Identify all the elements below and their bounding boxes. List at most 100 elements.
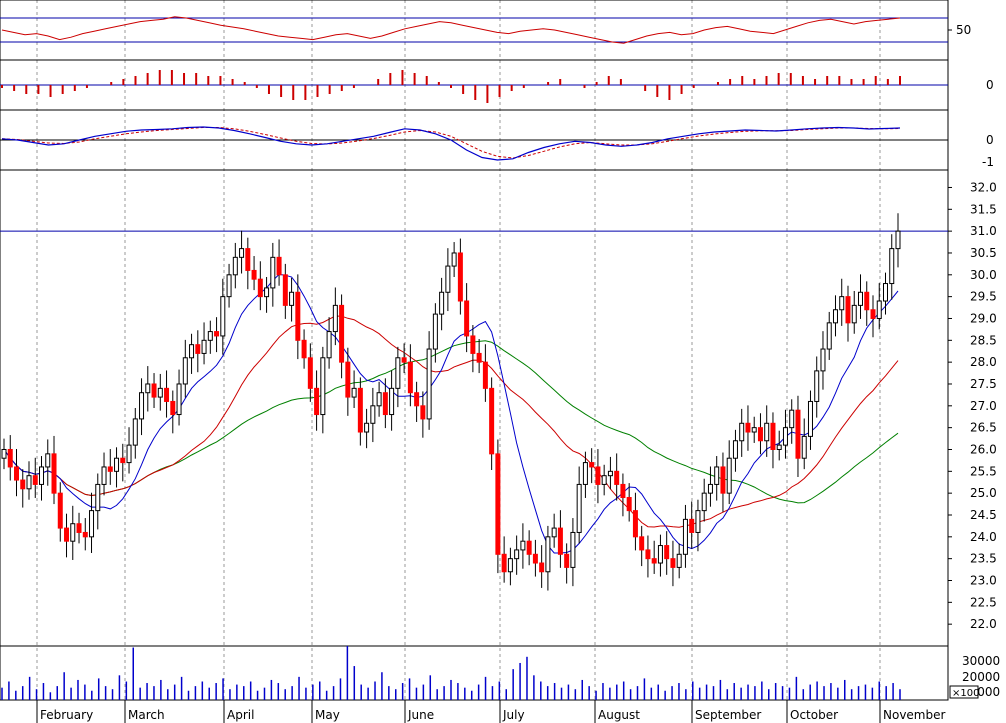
candle-body: [426, 348, 432, 420]
candle-body: [201, 339, 207, 354]
candle-body: [595, 466, 601, 485]
price-y-tick-label: 22.0: [970, 617, 997, 631]
candle-body: [557, 527, 563, 555]
candle-body: [14, 466, 20, 481]
volume-tick-label-30000: 30000: [962, 654, 1000, 668]
candle-body: [882, 283, 888, 302]
candle-body: [126, 444, 132, 464]
macd-panel: 0 -1: [0, 109, 994, 171]
candle-body: [139, 392, 145, 420]
candle-body: [389, 387, 395, 416]
price-y-tick-label: 29.0: [970, 311, 997, 325]
candle-body: [582, 462, 588, 485]
volume-panel-frame: [0, 645, 949, 701]
candle-body: [245, 248, 251, 271]
candle-body: [7, 448, 13, 468]
candle-body: [164, 387, 170, 402]
candle-body: [332, 304, 338, 333]
candle-body: [382, 392, 388, 416]
candle-body: [795, 409, 801, 459]
rsi-panel-frame: [0, 0, 949, 61]
candle-body: [682, 518, 688, 555]
candle-body: [876, 300, 882, 319]
price-y-tick-label: 23.0: [970, 573, 997, 587]
candle-body: [489, 387, 495, 455]
candle-body: [307, 357, 313, 389]
candle-body: [895, 230, 901, 250]
candle-body: [339, 304, 345, 363]
candle-body: [707, 483, 713, 494]
price-y-tick-label: 27.5: [970, 377, 997, 391]
candle-body: [495, 453, 501, 555]
candle-body: [770, 422, 776, 450]
x-tick-label: April: [227, 708, 254, 722]
candle-body: [132, 418, 138, 446]
price-y-tick-label: 24.0: [970, 530, 997, 544]
price-y-tick-label: 30.5: [970, 246, 997, 260]
candle-body: [739, 422, 745, 442]
candle-body: [326, 331, 332, 359]
candle-body: [39, 466, 45, 485]
candle-body: [214, 331, 220, 337]
candle-body: [364, 422, 370, 433]
candle-body: [45, 453, 51, 468]
candle-body: [526, 540, 532, 555]
candle-body: [157, 387, 163, 398]
candle-body: [414, 392, 420, 407]
candle-body: [264, 287, 270, 298]
month-gridlines: [36, 0, 881, 700]
x-tick-label: October: [790, 708, 838, 722]
price-y-tick-label: 25.0: [970, 486, 997, 500]
x-tick-label: July: [502, 708, 525, 722]
candle-body: [282, 274, 288, 306]
candle-body: [226, 274, 232, 298]
candle-body: [151, 383, 157, 398]
rsi-line: [1, 16, 901, 44]
candle-body: [432, 313, 438, 350]
candle-body: [401, 357, 407, 363]
macd-signal-line: [1, 127, 901, 159]
candle-body: [626, 497, 632, 512]
candle-body: [551, 527, 557, 538]
candle-body: [1, 448, 7, 459]
candle-body: [514, 549, 520, 560]
price-panel: 22.0 22.5 23.0 23.5 24.0 24.5 25.0 25.5 26.0 26.5…: [0, 169, 997, 647]
candle-body: [726, 457, 732, 494]
macd-tick-label-minus-one: -1: [982, 155, 994, 169]
candle-body: [239, 248, 245, 258]
candle-body: [482, 361, 488, 389]
candle-body: [639, 536, 645, 551]
candle-body: [270, 256, 276, 289]
candle-body: [782, 427, 788, 446]
candle-body: [376, 392, 382, 407]
x-tick-label: March: [128, 708, 165, 722]
candle-body: [601, 475, 607, 485]
candle-body: [539, 562, 545, 573]
candle-body: [570, 531, 576, 568]
price-y-tick-label: 30.0: [970, 268, 997, 282]
candle-body: [507, 558, 513, 573]
candle-body: [407, 361, 413, 394]
candle-body: [689, 518, 695, 533]
candle-body: [345, 361, 351, 398]
candle-body: [764, 422, 770, 442]
candle-body: [251, 269, 257, 280]
candle-body: [520, 540, 526, 551]
candle-body: [232, 256, 238, 276]
candle-body: [757, 427, 763, 442]
price-y-tick-label: 26.5: [970, 421, 997, 435]
candle-body: [714, 466, 720, 485]
price-y-tick-label: 24.5: [970, 508, 997, 522]
rsi-tick-label: 50: [956, 23, 971, 37]
candle-body: [26, 475, 32, 490]
price-y-tick-label: 29.5: [970, 290, 997, 304]
candle-body: [751, 427, 757, 433]
candle-body: [732, 440, 738, 459]
histogram-tick-label: 0: [986, 78, 994, 92]
candle-body: [664, 545, 670, 560]
candle-body: [370, 405, 376, 424]
candle-body: [189, 344, 195, 359]
candle-body: [145, 383, 151, 394]
stock-chart: 50 0 0 -1 22.0 22.5 23.0 23.5 24.0 24.5 25.0 25…: [0, 0, 1000, 723]
x-tick-label: November: [883, 708, 945, 722]
